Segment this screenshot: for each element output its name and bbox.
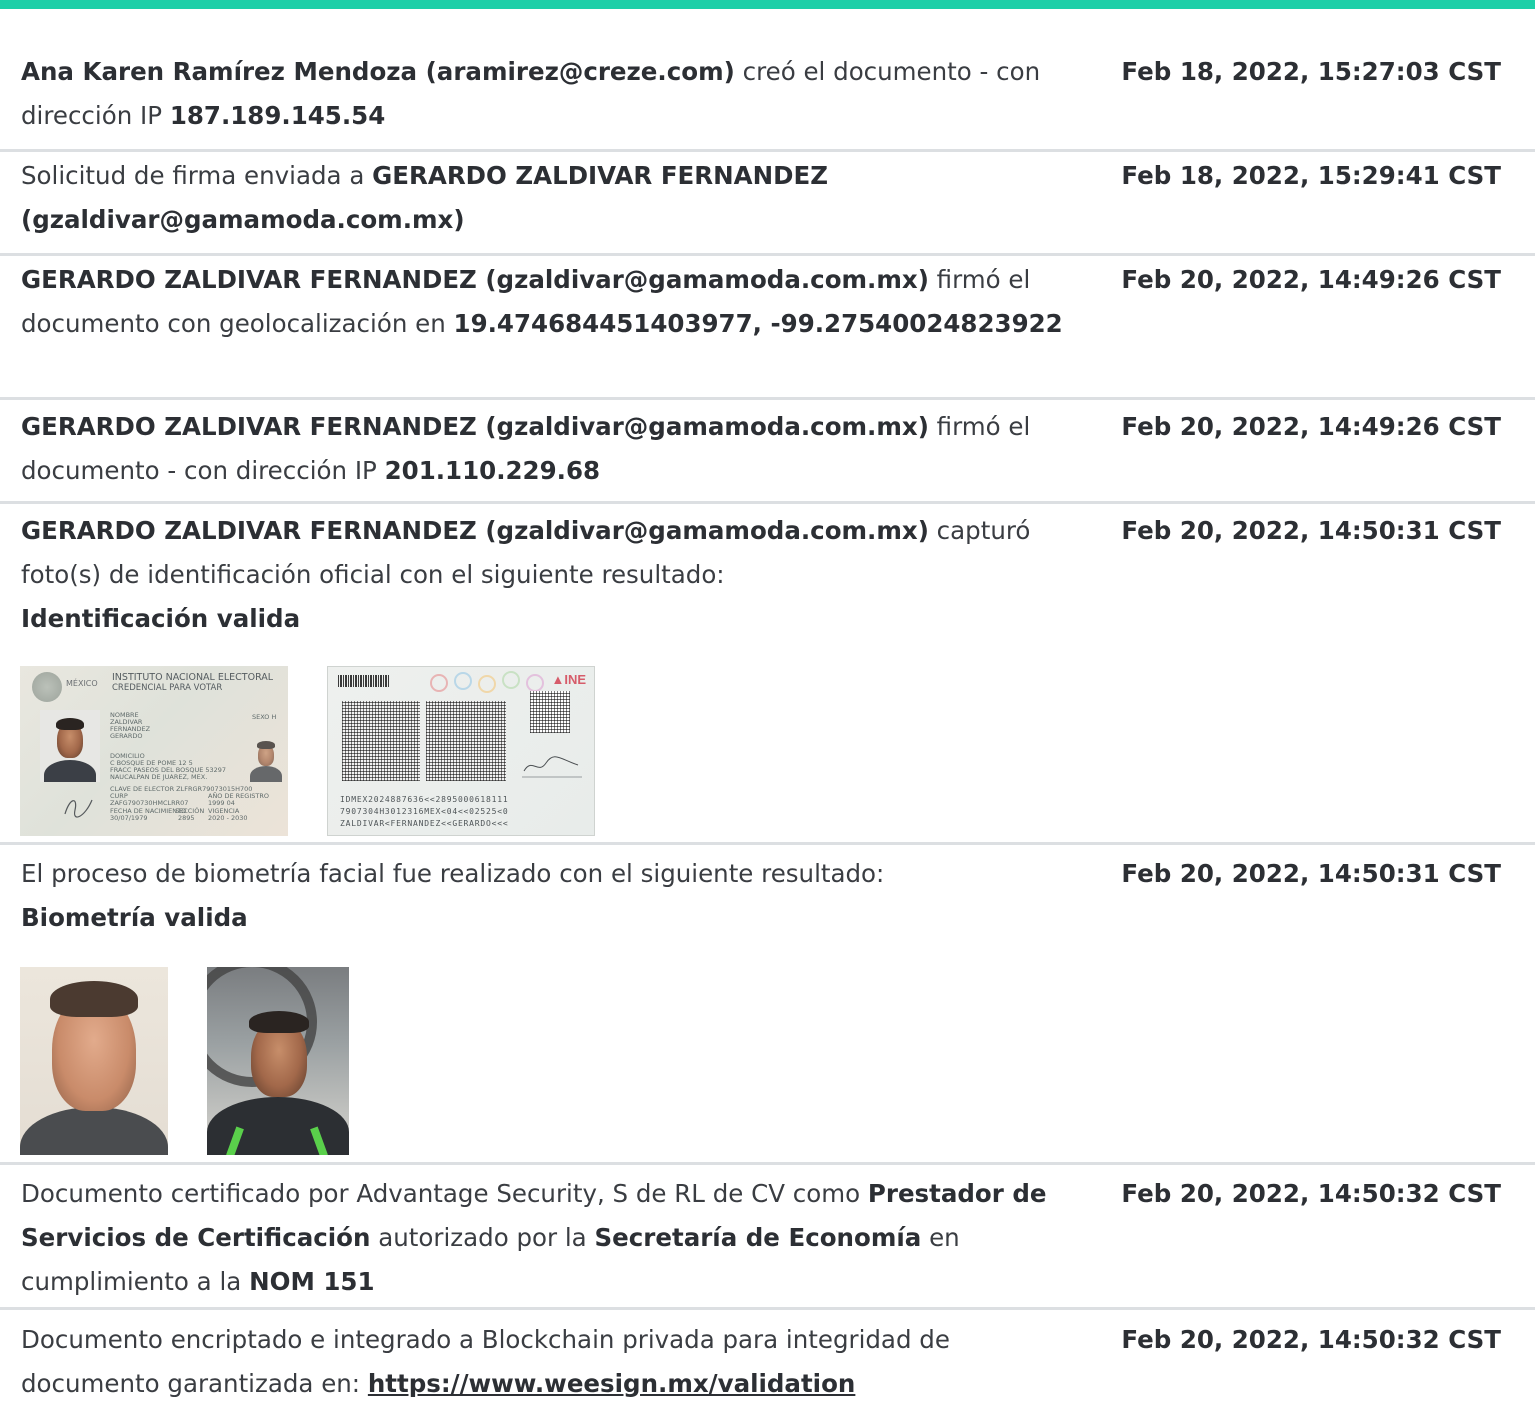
divider [0, 1162, 1535, 1165]
actor: Ana Karen Ramírez Mendoza (aramirez@crez… [21, 57, 735, 86]
entry-date: Feb 20, 2022, 14:49:26 CST [1121, 412, 1501, 441]
divider [0, 1307, 1535, 1310]
entry-text: GERARDO ZALDIVAR FERNANDEZ (gzaldivar@ga… [21, 516, 1031, 633]
divider [0, 397, 1535, 400]
national-seal-icon [32, 672, 62, 702]
divider [0, 149, 1535, 152]
entry-text: GERARDO ZALDIVAR FERNANDEZ (gzaldivar@ga… [21, 265, 1063, 338]
entry-date: Feb 20, 2022, 14:50:31 CST [1121, 859, 1501, 888]
signature-icon [64, 799, 93, 818]
biometric-result: Biometría valida [21, 903, 248, 932]
ine-logo: ▲INE [551, 672, 586, 687]
divider [0, 253, 1535, 256]
geolocation: 19.474684451403977, -99.27540024823922 [453, 309, 1063, 338]
entry-date: Feb 18, 2022, 15:27:03 CST [1121, 57, 1501, 86]
entry-text: Ana Karen Ramírez Mendoza (aramirez@crez… [21, 57, 1041, 130]
entry-date: Feb 20, 2022, 14:49:26 CST [1121, 265, 1501, 294]
small-qr-code [530, 691, 570, 733]
entry-text: Solicitud de firma enviada a GERARDO ZAL… [21, 161, 828, 234]
divider [0, 842, 1535, 845]
actor: GERARDO ZALDIVAR FERNANDEZ (gzaldivar@ga… [21, 412, 929, 441]
actor: GERARDO ZALDIVAR FERNANDEZ (gzaldivar@ga… [21, 516, 929, 545]
entry-text: El proceso de biometría facial fue reali… [21, 859, 885, 932]
id-card-back-image: ▲INE IDMEX2024887636<<2895000618111 7907… [327, 666, 595, 836]
qr-code-right [426, 701, 506, 781]
entry-text: Documento certificado por Advantage Secu… [21, 1179, 1047, 1296]
ip-address: 187.189.145.54 [169, 101, 386, 130]
barcode-icon [338, 675, 390, 687]
holographic-circles [420, 671, 560, 693]
entry-date: Feb 20, 2022, 14:50:31 CST [1121, 516, 1501, 545]
qr-code-left [342, 701, 420, 781]
validation-link[interactable]: https://www.weesign.mx/validation [368, 1369, 856, 1398]
ip-address: 201.110.229.68 [384, 456, 601, 485]
id-holder-photo [40, 710, 100, 782]
entry-text: GERARDO ZALDIVAR FERNANDEZ (gzaldivar@ga… [21, 412, 1031, 485]
id-card-front-image: MÉXICO INSTITUTO NACIONAL ELECTORAL CRED… [20, 666, 288, 836]
entry-date: Feb 20, 2022, 14:50:32 CST [1121, 1179, 1501, 1208]
divider [0, 501, 1535, 504]
ghost-photo [248, 736, 284, 782]
id-face-photo [20, 967, 168, 1155]
entry-date: Feb 20, 2022, 14:50:32 CST [1121, 1325, 1501, 1354]
id-result: Identificación valida [21, 604, 301, 633]
top-accent-bar [0, 0, 1535, 9]
entry-text: Documento encriptado e integrado a Block… [21, 1325, 950, 1398]
entry-date: Feb 18, 2022, 15:29:41 CST [1121, 161, 1501, 190]
actor: GERARDO ZALDIVAR FERNANDEZ (gzaldivar@ga… [21, 265, 929, 294]
signature-icon [522, 756, 582, 778]
selfie-photo [207, 967, 349, 1155]
